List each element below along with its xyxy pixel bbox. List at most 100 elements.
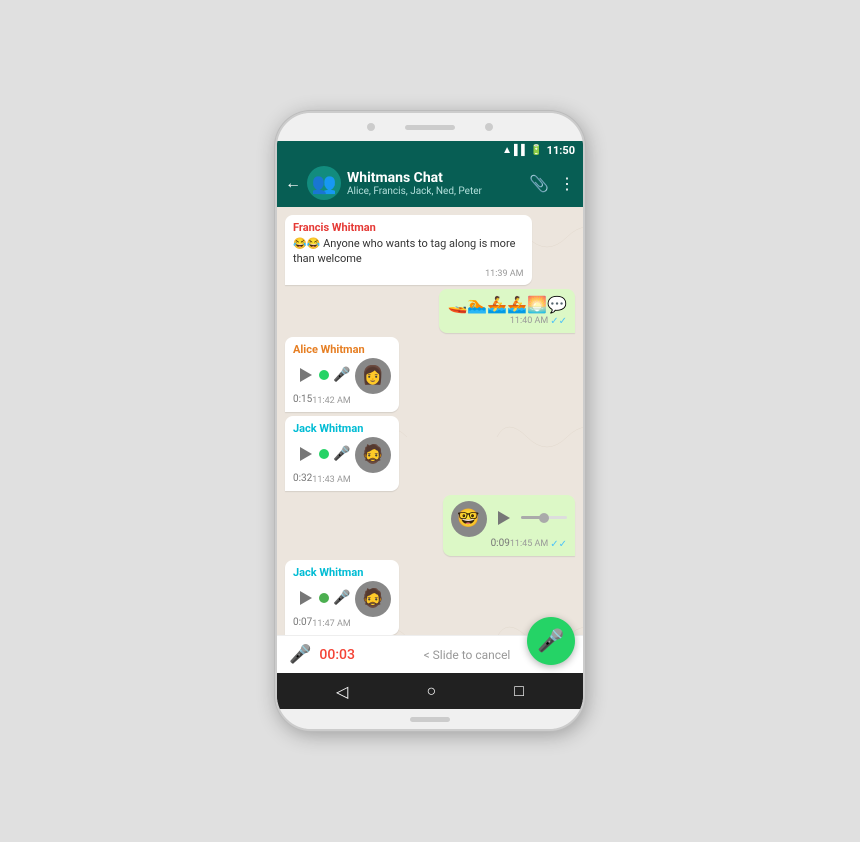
- list-item: Alice Whitman: [285, 337, 399, 412]
- header-info: Whitmans Chat Alice, Francis, Jack, Ned,…: [347, 170, 523, 197]
- nav-bar: ◁ ○ □: [277, 673, 583, 709]
- voice-row: 🎤: [293, 358, 351, 392]
- voice-bubble-outgoing: 🤓: [443, 495, 575, 556]
- front-camera: [367, 123, 375, 131]
- recording-timer: 00:03: [319, 647, 355, 663]
- mic-fab-icon: 🎤: [537, 629, 564, 654]
- waveform-progress: [323, 373, 324, 376]
- waveform-dot: [539, 513, 549, 523]
- waveform-bar: [521, 516, 567, 519]
- sticker-content: 🚤🏊🚣🚣🌅💬: [447, 295, 567, 314]
- voice-sender-avatar: 👩: [355, 358, 391, 394]
- voice-message: 🎤 0:32 11:43 AM 🧔: [293, 437, 391, 485]
- status-bar: ▲ ▌▌ 🔋 11:50: [277, 141, 583, 159]
- voice-meta: 0:09 11:45 AM ✓✓: [491, 537, 567, 550]
- back-button[interactable]: ←: [285, 173, 301, 193]
- read-receipts: ✓✓: [550, 316, 567, 327]
- voice-meta: 0:15 11:42 AM: [293, 394, 351, 406]
- list-item: Jack Whitman: [285, 416, 399, 491]
- voice-bubble-incoming: Jack Whitman: [285, 560, 399, 635]
- message-time: 11:39 AM: [293, 269, 524, 279]
- message-time: 11:42 AM: [312, 396, 350, 406]
- signal-icon: ▌▌: [514, 145, 528, 156]
- sender-name: Jack Whitman: [293, 566, 391, 579]
- nav-back-button[interactable]: ◁: [336, 682, 348, 701]
- mic-active-icon: 🎤: [333, 590, 350, 606]
- waveform-dot: [319, 370, 329, 380]
- message-bubble-outgoing: 🚤🏊🚣🚣🌅💬 11:40 AM ✓✓: [439, 289, 575, 333]
- waveform-progress: [323, 596, 324, 599]
- voice-message: 🤓: [451, 501, 567, 550]
- list-item: 🚤🏊🚣🚣🌅💬 11:40 AM ✓✓: [439, 289, 575, 333]
- waveform-bar: [323, 452, 329, 455]
- play-button[interactable]: [293, 362, 319, 388]
- attach-icon[interactable]: 📎: [529, 174, 549, 193]
- recording-bar: 🎤 00:03 < Slide to cancel 🎤: [277, 635, 583, 673]
- earpiece-speaker: [405, 125, 455, 130]
- phone-screen: ▲ ▌▌ 🔋 11:50 ← 👥 Whitmans Chat Alice, Fr…: [277, 141, 583, 709]
- waveform-progress: [323, 452, 324, 455]
- voice-content: 🎤 0:15 11:42 AM: [293, 358, 351, 406]
- waveform-progress: [521, 516, 544, 519]
- voice-message: 🎤 0:15 11:42 AM 👩: [293, 358, 391, 406]
- voice-content: 🎤 0:07 11:47 AM: [293, 581, 351, 629]
- chat-members: Alice, Francis, Jack, Ned, Peter: [347, 186, 523, 197]
- waveform-dot: [319, 593, 329, 603]
- list-item: Jack Whitman: [285, 560, 399, 635]
- group-avatar: 👥: [307, 166, 341, 200]
- message-text: 😂😂 Anyone who wants to tag along is more…: [293, 236, 524, 267]
- message-time: 11:43 AM: [312, 475, 350, 485]
- voice-message: 🎤 0:07 11:47 AM 🧔: [293, 581, 391, 629]
- home-button-indicator: [410, 717, 450, 722]
- play-icon: [300, 447, 312, 461]
- voice-duration: 0:15: [293, 394, 312, 405]
- waveform-bar: [323, 596, 329, 599]
- phone-bottom-bar: [277, 709, 583, 729]
- message-time: 11:40 AM ✓✓: [447, 316, 567, 327]
- wifi-icon: ▲: [502, 145, 512, 156]
- play-button[interactable]: [491, 505, 517, 531]
- voice-sender-avatar: 🧔: [355, 437, 391, 473]
- play-button[interactable]: [293, 441, 319, 467]
- chat-header: ← 👥 Whitmans Chat Alice, Francis, Jack, …: [277, 159, 583, 207]
- status-time: 11:50: [547, 144, 575, 157]
- mic-icon: 🎤: [333, 367, 350, 383]
- nav-home-button[interactable]: ○: [426, 681, 436, 701]
- list-item: 🤓: [443, 495, 575, 556]
- play-button[interactable]: [293, 585, 319, 611]
- voice-duration: 0:07: [293, 617, 312, 628]
- nav-recent-button[interactable]: □: [514, 681, 524, 701]
- voice-content: 0:09 11:45 AM ✓✓: [491, 501, 567, 550]
- message-time: 11:47 AM: [312, 619, 350, 629]
- voice-sender-avatar: 🤓: [451, 501, 487, 537]
- voice-row: 🎤: [293, 581, 351, 615]
- recording-mic-icon: 🎤: [289, 644, 311, 665]
- voice-meta: 0:07 11:47 AM: [293, 617, 351, 629]
- status-icons: ▲ ▌▌ 🔋: [502, 145, 543, 156]
- mic-icon: 🎤: [333, 446, 350, 462]
- read-receipts: ✓✓: [550, 539, 567, 550]
- more-options-icon[interactable]: ⋮: [559, 174, 575, 193]
- play-icon: [300, 591, 312, 605]
- sender-name: Jack Whitman: [293, 422, 391, 435]
- battery-icon: 🔋: [530, 145, 542, 156]
- mic-fab-button[interactable]: 🎤: [527, 617, 575, 665]
- phone-top-bar: [277, 113, 583, 141]
- voice-duration: 0:32: [293, 473, 312, 484]
- sender-name: Francis Whitman: [293, 221, 524, 234]
- sender-name: Alice Whitman: [293, 343, 391, 356]
- play-icon: [498, 511, 510, 525]
- play-icon: [300, 368, 312, 382]
- voice-content: 🎤 0:32 11:43 AM: [293, 437, 351, 485]
- voice-row: [491, 501, 567, 535]
- front-sensor: [485, 123, 493, 131]
- voice-duration: 0:09: [491, 538, 510, 549]
- header-actions: 📎 ⋮: [529, 174, 575, 193]
- waveform-dot: [319, 449, 329, 459]
- message-time: 11:45 AM ✓✓: [510, 539, 567, 550]
- voice-sender-avatar: 🧔: [355, 581, 391, 617]
- voice-bubble-incoming: Jack Whitman: [285, 416, 399, 491]
- voice-bubble-incoming: Alice Whitman: [285, 337, 399, 412]
- voice-meta: 0:32 11:43 AM: [293, 473, 351, 485]
- list-item: Francis Whitman 😂😂 Anyone who wants to t…: [285, 215, 532, 285]
